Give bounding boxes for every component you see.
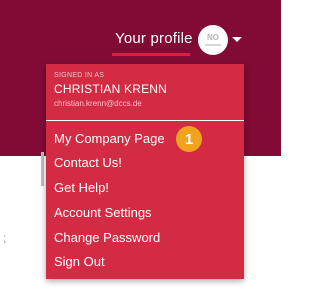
signed-in-label: SIGNED IN AS — [54, 72, 105, 79]
avatar[interactable]: NO — [198, 25, 228, 55]
content-edge — [41, 152, 44, 186]
step-number-badge: 1 — [176, 126, 202, 152]
menu-item-change-password[interactable]: Change Password — [54, 230, 160, 245]
step-number: 1 — [184, 130, 194, 148]
app-window: ; Your profile NO SIGNED IN AS CHRISTIAN… — [0, 0, 281, 307]
profile-dropdown-menu: SIGNED IN AS CHRISTIAN KRENN christian.k… — [46, 64, 244, 279]
avatar-subtext — [205, 44, 221, 46]
your-profile-link[interactable]: Your profile — [115, 30, 193, 47]
menu-item-sign-out[interactable]: Sign Out — [54, 254, 105, 269]
menu-item-my-company-page[interactable]: My Company Page — [54, 131, 165, 146]
chevron-down-icon[interactable] — [232, 37, 242, 42]
user-name: CHRISTIAN KRENN — [54, 82, 168, 96]
profile-link-underline — [112, 53, 190, 56]
page-text-fragment: ; — [3, 231, 7, 245]
menu-item-contact-us[interactable]: Contact Us! — [54, 155, 122, 170]
user-email: christian.krenn@dccs.de — [54, 99, 142, 108]
avatar-initials: NO — [207, 33, 219, 42]
menu-divider — [46, 120, 244, 121]
menu-item-get-help[interactable]: Get Help! — [54, 180, 109, 195]
menu-item-account-settings[interactable]: Account Settings — [54, 205, 152, 220]
